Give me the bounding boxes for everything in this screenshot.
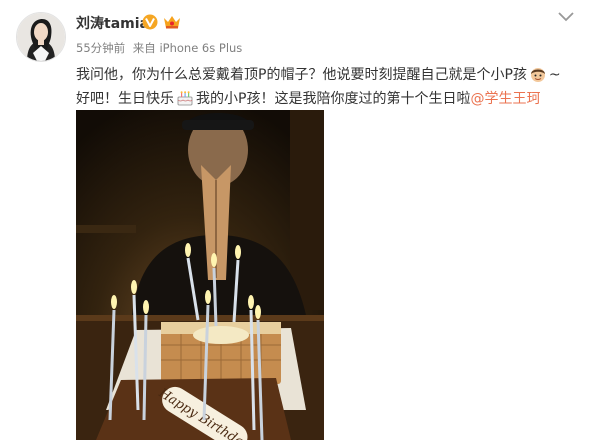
post-text-segment: 我的小P孩！这是我陪你度过的第十个生日啦 <box>196 91 471 107</box>
verified-v-icon[interactable] <box>142 14 158 30</box>
crown-member-icon[interactable] <box>163 14 181 30</box>
boy-face-emoji-icon <box>530 68 545 82</box>
user-avatar[interactable] <box>16 12 66 62</box>
post-meta: 55分钟前 来自 iPhone 6s Plus <box>76 40 246 56</box>
post-text: 我问他，你为什么总爱戴着顶P的帽子？他说要时刻提醒自己就是个小P孩 ~好吧！生日… <box>76 63 566 111</box>
post-text-segment: 我问他，你为什么总爱戴着顶P的帽子？他说要时刻提醒自己就是个小P孩 <box>76 67 527 83</box>
cake-emoji-icon <box>177 91 193 106</box>
post-source: 来自 iPhone 6s Plus <box>132 41 243 55</box>
post-time[interactable]: 55分钟前 <box>76 41 125 55</box>
post-photo[interactable]: Happy Birthday <box>76 110 324 440</box>
username[interactable]: 刘涛tamia <box>76 13 149 33</box>
mention-link[interactable]: @学生王珂 <box>470 91 540 107</box>
chevron-down-icon[interactable] <box>556 10 576 24</box>
